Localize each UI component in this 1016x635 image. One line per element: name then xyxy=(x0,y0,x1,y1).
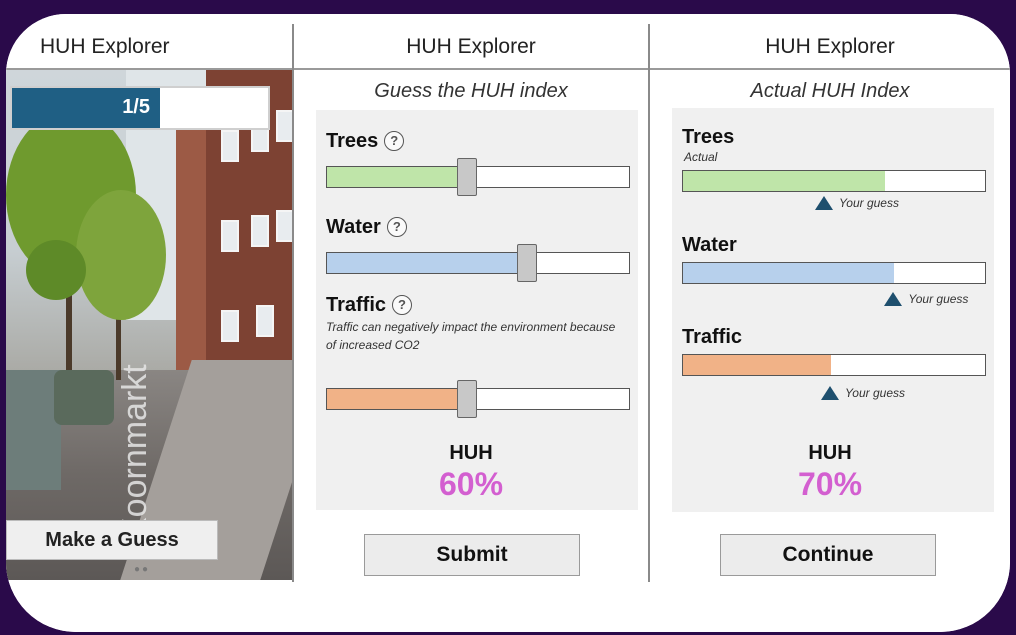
huh-actual-value: 70% xyxy=(797,466,863,502)
street-view-screen: HUH Explorer Koornmarkt 1/5 Make a Guess… xyxy=(6,14,292,632)
water-label: Water? xyxy=(326,216,407,239)
app-title: HUH Explorer xyxy=(650,26,1010,70)
huh-label: HUH xyxy=(449,442,493,464)
help-icon[interactable]: ? xyxy=(392,295,413,315)
trees-result-fill xyxy=(683,171,886,191)
traffic-slider-handle[interactable] xyxy=(456,380,477,418)
water-slider-handle[interactable] xyxy=(517,244,538,282)
trees-result-label: Trees xyxy=(682,126,735,148)
street-photo: Koornmarkt xyxy=(6,70,292,580)
traffic-slider[interactable] xyxy=(326,380,630,418)
water-result-bar xyxy=(682,262,986,284)
trees-guess-marker: Your guess xyxy=(814,196,899,210)
guess-subtitle: Guess the HUH index xyxy=(374,80,568,102)
trees-slider[interactable] xyxy=(326,158,630,196)
street-name-text: Koornmarkt xyxy=(116,364,154,540)
water-result-fill xyxy=(683,263,895,283)
triangle-up-icon xyxy=(884,292,903,306)
water-slider-fill xyxy=(327,253,527,273)
pager-dots: ●● xyxy=(134,564,151,575)
progress-text: 1/5 xyxy=(122,96,150,118)
huh-guess-value: 60% xyxy=(438,466,504,502)
app-title: HUH Explorer xyxy=(294,26,648,70)
app-title: HUH Explorer xyxy=(6,26,292,70)
actual-subtitle: Actual HUH Index xyxy=(750,80,910,102)
trees-slider-fill xyxy=(327,167,466,187)
water-guess-marker: Your guess xyxy=(884,292,968,306)
traffic-result-bar xyxy=(682,354,986,376)
traffic-result-label: Traffic xyxy=(682,326,743,348)
result-screen: HUH Explorer Actual HUH Index Trees Actu… xyxy=(650,14,1010,632)
trees-slider-handle[interactable] xyxy=(456,158,477,196)
trees-label: Trees? xyxy=(326,130,405,153)
help-icon[interactable]: ? xyxy=(386,217,407,237)
water-slider[interactable] xyxy=(326,244,630,282)
screens-card: HUH Explorer Koornmarkt 1/5 Make a Guess… xyxy=(6,14,1010,632)
trees-result-bar xyxy=(682,170,986,192)
traffic-result-fill xyxy=(683,355,831,375)
traffic-note: Traffic can negatively impact the enviro… xyxy=(326,320,616,352)
traffic-label: Traffic? xyxy=(326,294,413,317)
help-icon[interactable]: ? xyxy=(384,131,405,151)
actual-caption: Actual xyxy=(684,150,718,164)
triangle-up-icon xyxy=(814,196,833,210)
traffic-guess-marker: Your guess xyxy=(820,386,905,400)
water-result-label: Water xyxy=(682,234,737,256)
continue-button[interactable]: Continue xyxy=(720,534,936,576)
progress-bar: 1/5 xyxy=(10,86,270,130)
guess-screen: HUH Explorer Guess the HUH index Trees? … xyxy=(294,14,648,632)
make-a-guess-button[interactable]: Make a Guess xyxy=(6,520,218,560)
traffic-slider-fill xyxy=(327,389,466,409)
submit-button[interactable]: Submit xyxy=(364,534,580,576)
huh-label: HUH xyxy=(808,442,852,464)
triangle-up-icon xyxy=(820,386,839,400)
